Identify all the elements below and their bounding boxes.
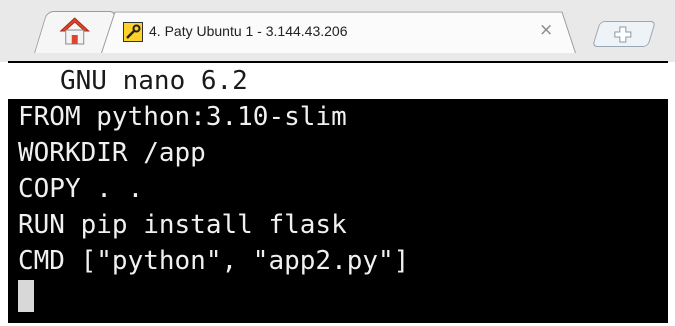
nano-header: GNU nano 6.2 — [8, 63, 668, 99]
terminal[interactable]: GNU nano 6.2 FROM python:3.10-slim WORKD… — [8, 61, 668, 323]
editor-line: CMD ["python", "app2.py"] — [18, 246, 410, 276]
editor-line: RUN pip install flask — [18, 210, 347, 240]
text-cursor — [18, 280, 34, 312]
home-icon — [59, 16, 91, 46]
editor-line: FROM python:3.10-slim — [18, 102, 347, 132]
tab-title: 4. Paty Ubuntu 1 - 3.144.43.206 — [149, 23, 348, 39]
editor-line: WORKDIR /app — [18, 138, 206, 168]
tool-icon — [123, 22, 143, 42]
editor-line: COPY . . — [18, 174, 144, 204]
new-tab-button[interactable] — [592, 21, 656, 47]
tab-session[interactable]: 4. Paty Ubuntu 1 - 3.144.43.206 × — [101, 11, 576, 53]
close-icon[interactable]: × — [539, 20, 553, 40]
plus-icon — [614, 26, 632, 43]
tab-strip: 4. Paty Ubuntu 1 - 3.144.43.206 × — [0, 0, 675, 62]
